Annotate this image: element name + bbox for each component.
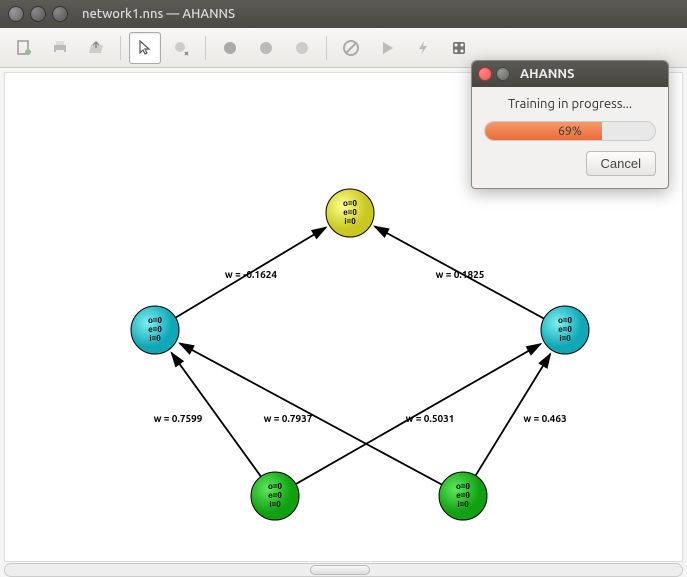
- horizontal-scrollbar[interactable]: [4, 563, 683, 577]
- edge-label: w = 0.463: [523, 413, 566, 424]
- print-button[interactable]: [44, 32, 76, 64]
- edge-label: w = 0.7937: [264, 413, 313, 424]
- node-label: o=0: [558, 316, 573, 325]
- edge-label: w = 0.7599: [154, 413, 203, 424]
- training-dialog: AHANNS Training in progress... 69% Cance…: [471, 60, 669, 189]
- dialog-body: Training in progress... 69% Cancel: [472, 87, 668, 188]
- cancel-button[interactable]: Cancel: [586, 151, 656, 176]
- node-type2-button[interactable]: [250, 32, 282, 64]
- node-type1-button[interactable]: [214, 32, 246, 64]
- window-title: network1.nns — AHANNS: [82, 7, 235, 21]
- dialog-close-icon[interactable]: [478, 67, 492, 81]
- node-label: o=0: [268, 482, 283, 491]
- edge-label: w = -0.1624: [225, 269, 277, 280]
- node-label: e=0: [558, 325, 572, 334]
- node-label: e=0: [343, 208, 357, 217]
- edge-label: w = 0.1825: [436, 269, 485, 280]
- scroll-thumb[interactable]: [310, 565, 370, 575]
- edge-label: w = 0.5031: [406, 413, 455, 424]
- node-label: o=0: [456, 482, 471, 491]
- node-label: i=0: [559, 334, 571, 343]
- separator: [205, 36, 206, 60]
- play-button[interactable]: [371, 32, 403, 64]
- node-label: o=0: [148, 316, 163, 325]
- node-label: o=0: [343, 199, 358, 208]
- open-button[interactable]: [80, 32, 112, 64]
- dialog-minimize-icon[interactable]: [496, 67, 510, 81]
- node-label: i=0: [149, 334, 161, 343]
- node-label: e=0: [268, 491, 282, 500]
- window-close-icon[interactable]: [8, 6, 24, 22]
- cursor-tool-button[interactable]: [129, 32, 161, 64]
- bolt-button[interactable]: [407, 32, 439, 64]
- node-label: i=0: [457, 500, 469, 509]
- separator: [120, 36, 121, 60]
- node-label: i=0: [344, 217, 356, 226]
- add-node-button[interactable]: [165, 32, 197, 64]
- progress-bar: 69%: [484, 121, 656, 141]
- dice-button[interactable]: [443, 32, 475, 64]
- dialog-message: Training in progress...: [484, 97, 656, 111]
- stop-button[interactable]: [335, 32, 367, 64]
- node-label: i=0: [269, 500, 281, 509]
- node-label: e=0: [148, 325, 162, 334]
- node-label: e=0: [456, 491, 470, 500]
- new-file-button[interactable]: [8, 32, 40, 64]
- dialog-titlebar: AHANNS: [472, 61, 668, 87]
- node-type3-button[interactable]: [286, 32, 318, 64]
- progress-text: 69%: [485, 122, 655, 140]
- window-titlebar: network1.nns — AHANNS: [0, 0, 687, 28]
- separator: [326, 36, 327, 60]
- dialog-title: AHANNS: [520, 67, 574, 81]
- window-maximize-icon[interactable]: [52, 6, 68, 22]
- window-minimize-icon[interactable]: [30, 6, 46, 22]
